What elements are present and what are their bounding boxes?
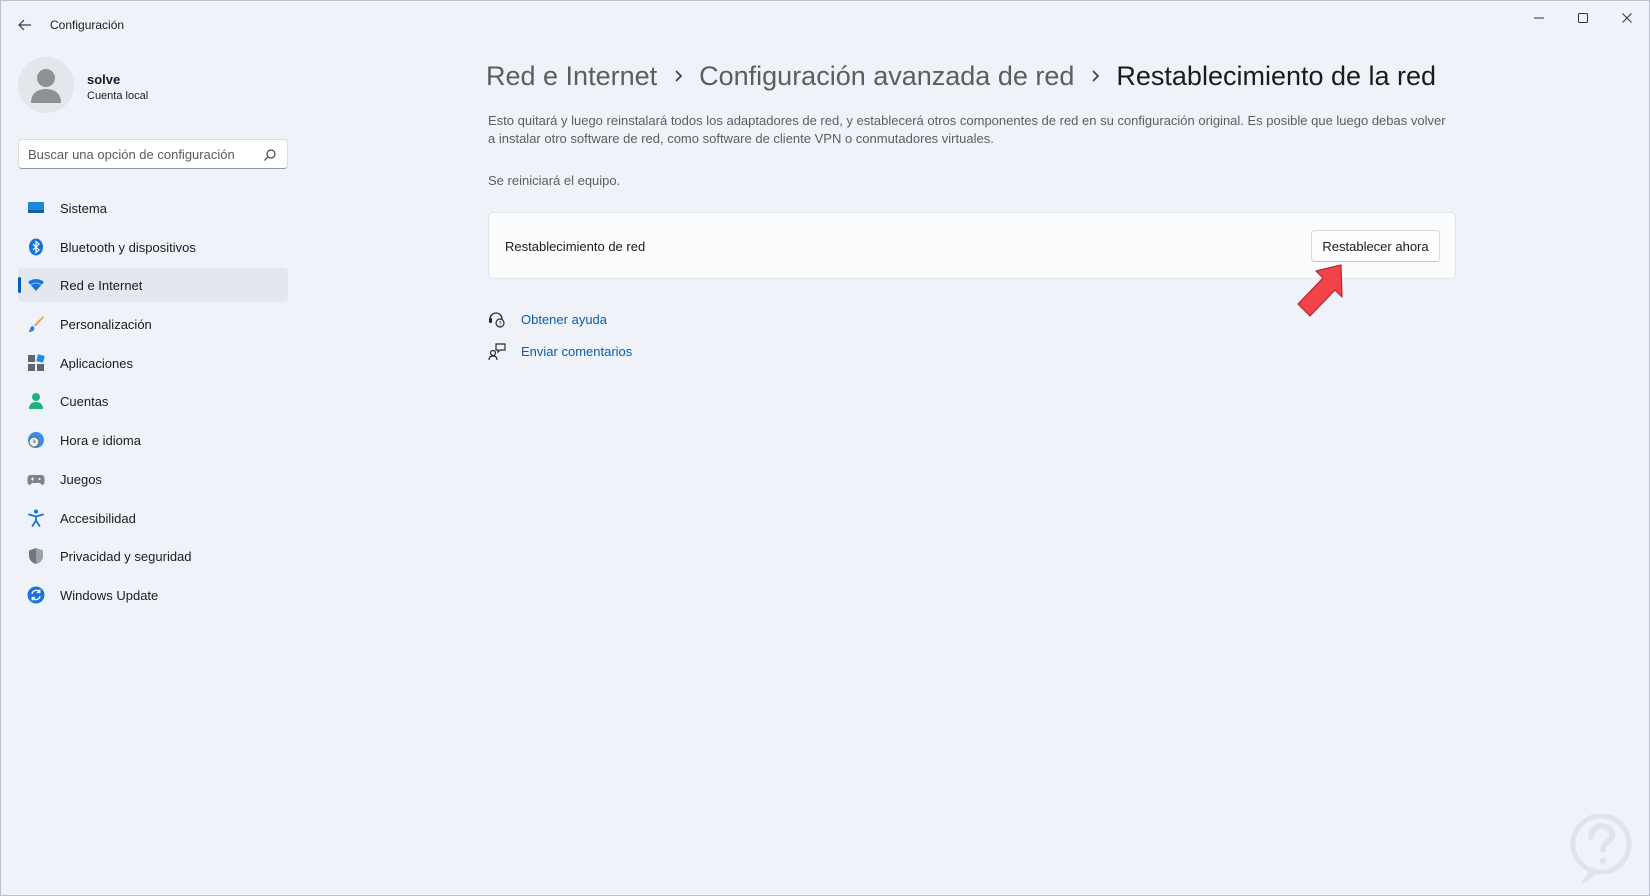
sidebar-item-aplicaciones[interactable]: Aplicaciones bbox=[18, 346, 288, 380]
sidebar-item-bluetooth[interactable]: Bluetooth y dispositivos bbox=[18, 230, 288, 264]
chevron-right-icon bbox=[657, 69, 699, 83]
reset-description: Esto quitará y luego reinstalará todos l… bbox=[488, 113, 1446, 146]
accessibility-icon bbox=[27, 509, 45, 527]
sidebar-item-label: Sistema bbox=[60, 201, 107, 216]
sidebar-item-privacidad[interactable]: Privacidad y seguridad bbox=[18, 539, 288, 573]
wifi-icon bbox=[27, 276, 45, 294]
bluetooth-icon bbox=[27, 238, 45, 256]
back-button[interactable] bbox=[15, 15, 35, 35]
search-box bbox=[18, 139, 288, 169]
sidebar-item-windows-update[interactable]: Windows Update bbox=[18, 578, 288, 612]
account-type: Cuenta local bbox=[87, 90, 149, 102]
app-title: Configuración bbox=[50, 18, 125, 32]
brush-icon bbox=[27, 315, 45, 333]
network-reset-label: Restablecimiento de red bbox=[505, 239, 646, 254]
sidebar-item-label: Hora e idioma bbox=[60, 433, 141, 449]
apps-icon bbox=[27, 353, 45, 372]
sidebar-item-juegos[interactable]: Juegos bbox=[18, 462, 288, 496]
avatar[interactable] bbox=[18, 57, 74, 113]
feedback-link-row[interactable]: Enviar comentarios bbox=[488, 342, 632, 362]
sidebar-item-cuentas[interactable]: Cuentas bbox=[18, 384, 288, 418]
sidebar-item-label: Bluetooth y dispositivos bbox=[60, 239, 196, 255]
send-feedback-link[interactable]: Enviar comentarios bbox=[521, 344, 632, 359]
get-help-link[interactable]: Obtener ayuda bbox=[521, 312, 607, 327]
shield-icon bbox=[27, 547, 45, 565]
breadcrumb-configuracion-avanzada[interactable]: Configuración avanzada de red bbox=[699, 61, 1074, 92]
user-avatar-icon bbox=[31, 69, 61, 103]
title-bar: Configuración bbox=[1, 1, 1649, 47]
monitor-icon bbox=[27, 199, 45, 217]
user-name: solve bbox=[87, 72, 121, 87]
red-arrow-icon bbox=[1297, 264, 1343, 317]
close-button[interactable] bbox=[1611, 7, 1643, 29]
feedback-icon bbox=[488, 343, 506, 361]
sidebar-item-label: Red e Internet bbox=[60, 278, 143, 294]
back-arrow-icon bbox=[18, 19, 31, 31]
sidebar-item-accesibilidad[interactable]: Accesibilidad bbox=[18, 501, 288, 535]
svg-text:?: ? bbox=[499, 320, 502, 327]
sidebar-item-label: Juegos bbox=[60, 471, 102, 487]
sidebar-item-label: Aplicaciones bbox=[60, 355, 133, 371]
minimize-icon bbox=[1534, 17, 1544, 19]
maximize-button[interactable] bbox=[1567, 7, 1599, 29]
maximize-icon bbox=[1578, 13, 1588, 23]
sidebar-item-sistema[interactable]: Sistema bbox=[18, 191, 288, 225]
search-input[interactable] bbox=[19, 140, 259, 168]
sidebar-item-red-e-internet[interactable]: Red e Internet bbox=[18, 268, 288, 303]
sidebar-item-label: Cuentas bbox=[60, 394, 109, 410]
person-icon bbox=[27, 392, 45, 410]
page-title: Restablecimiento de la red bbox=[1116, 60, 1437, 91]
update-icon bbox=[27, 586, 45, 604]
settings-window: Configuración solve Cuenta local Buscar … bbox=[0, 0, 1650, 896]
help-headset-icon: ? bbox=[488, 311, 506, 329]
breadcrumb-red-e-internet[interactable]: Red e Internet bbox=[486, 61, 657, 92]
reset-now-button[interactable]: Restablecer ahora bbox=[1311, 230, 1440, 262]
gamepad-icon bbox=[27, 470, 45, 488]
sidebar-item-label: Accesibilidad bbox=[60, 510, 136, 526]
chevron-right-icon bbox=[1074, 69, 1116, 83]
close-icon bbox=[1622, 13, 1632, 23]
search-icon[interactable] bbox=[263, 148, 277, 162]
restart-note: Se reiniciará el equipo. bbox=[488, 173, 621, 188]
sidebar-item-label: Personalización bbox=[60, 317, 152, 333]
sidebar-item-hora-e-idioma[interactable]: Hora e idioma bbox=[18, 423, 288, 457]
watermark-logo-icon bbox=[1570, 813, 1632, 885]
sidebar-nav: Sistema Bluetooth y dispositivos Red e I… bbox=[18, 191, 288, 617]
breadcrumb: Red e Internet Configuración avanzada de… bbox=[486, 56, 1436, 96]
sidebar-item-label: Privacidad y seguridad bbox=[60, 549, 192, 565]
globe-clock-icon bbox=[27, 431, 45, 449]
sidebar-item-label: Windows Update bbox=[60, 587, 159, 603]
sidebar-item-personalizacion[interactable]: Personalización bbox=[18, 307, 288, 341]
minimize-button[interactable] bbox=[1523, 7, 1555, 29]
help-link-row[interactable]: ? Obtener ayuda bbox=[488, 310, 607, 330]
